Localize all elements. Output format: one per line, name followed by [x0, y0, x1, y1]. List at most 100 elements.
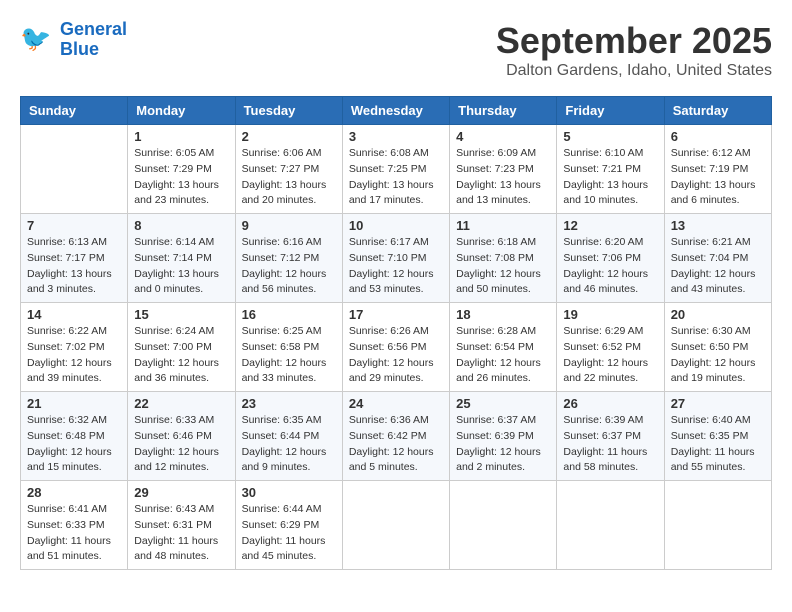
calendar-cell: 12 Sunrise: 6:20 AM Sunset: 7:06 PM Dayli… [557, 214, 664, 303]
day-number: 15 [134, 307, 228, 322]
day-info: Sunrise: 6:06 AM Sunset: 7:27 PM Dayligh… [242, 146, 336, 209]
calendar-cell: 6 Sunrise: 6:12 AM Sunset: 7:19 PM Daylig… [664, 125, 771, 214]
logo-icon: 🐦 [20, 22, 56, 58]
day-number: 30 [242, 485, 336, 500]
day-number: 4 [456, 129, 550, 144]
day-number: 20 [671, 307, 765, 322]
day-number: 11 [456, 218, 550, 233]
month-title: September 2025 [496, 20, 772, 62]
day-number: 22 [134, 396, 228, 411]
day-number: 25 [456, 396, 550, 411]
calendar-cell: 10 Sunrise: 6:17 AM Sunset: 7:10 PM Dayli… [342, 214, 449, 303]
calendar-cell: 30 Sunrise: 6:44 AM Sunset: 6:29 PM Dayli… [235, 481, 342, 570]
calendar-cell: 24 Sunrise: 6:36 AM Sunset: 6:42 PM Dayli… [342, 392, 449, 481]
day-number: 24 [349, 396, 443, 411]
day-info: Sunrise: 6:32 AM Sunset: 6:48 PM Dayligh… [27, 413, 121, 476]
day-info: Sunrise: 6:44 AM Sunset: 6:29 PM Dayligh… [242, 502, 336, 565]
calendar-cell: 20 Sunrise: 6:30 AM Sunset: 6:50 PM Dayli… [664, 303, 771, 392]
day-number: 16 [242, 307, 336, 322]
day-info: Sunrise: 6:43 AM Sunset: 6:31 PM Dayligh… [134, 502, 228, 565]
calendar-week-1: 1 Sunrise: 6:05 AM Sunset: 7:29 PM Daylig… [21, 125, 772, 214]
day-info: Sunrise: 6:22 AM Sunset: 7:02 PM Dayligh… [27, 324, 121, 387]
day-info: Sunrise: 6:17 AM Sunset: 7:10 PM Dayligh… [349, 235, 443, 298]
day-info: Sunrise: 6:36 AM Sunset: 6:42 PM Dayligh… [349, 413, 443, 476]
calendar-cell [664, 481, 771, 570]
calendar-cell [342, 481, 449, 570]
calendar-cell: 13 Sunrise: 6:21 AM Sunset: 7:04 PM Dayli… [664, 214, 771, 303]
day-info: Sunrise: 6:08 AM Sunset: 7:25 PM Dayligh… [349, 146, 443, 209]
day-info: Sunrise: 6:39 AM Sunset: 6:37 PM Dayligh… [563, 413, 657, 476]
day-number: 6 [671, 129, 765, 144]
day-number: 23 [242, 396, 336, 411]
day-info: Sunrise: 6:16 AM Sunset: 7:12 PM Dayligh… [242, 235, 336, 298]
calendar-table: SundayMondayTuesdayWednesdayThursdayFrid… [20, 96, 772, 570]
calendar-cell: 11 Sunrise: 6:18 AM Sunset: 7:08 PM Dayli… [450, 214, 557, 303]
weekday-header-friday: Friday [557, 97, 664, 125]
svg-text:🐦: 🐦 [20, 25, 51, 53]
day-number: 18 [456, 307, 550, 322]
day-info: Sunrise: 6:21 AM Sunset: 7:04 PM Dayligh… [671, 235, 765, 298]
day-info: Sunrise: 6:33 AM Sunset: 6:46 PM Dayligh… [134, 413, 228, 476]
weekday-header-sunday: Sunday [21, 97, 128, 125]
day-info: Sunrise: 6:25 AM Sunset: 6:58 PM Dayligh… [242, 324, 336, 387]
calendar-cell: 2 Sunrise: 6:06 AM Sunset: 7:27 PM Daylig… [235, 125, 342, 214]
calendar-cell: 15 Sunrise: 6:24 AM Sunset: 7:00 PM Dayli… [128, 303, 235, 392]
day-number: 8 [134, 218, 228, 233]
calendar-week-2: 7 Sunrise: 6:13 AM Sunset: 7:17 PM Daylig… [21, 214, 772, 303]
weekday-header-tuesday: Tuesday [235, 97, 342, 125]
calendar-cell [557, 481, 664, 570]
calendar-cell: 19Sunrise: 6:29 AM Sunset: 6:52 PM Dayli… [557, 303, 664, 392]
day-info: Sunrise: 6:09 AM Sunset: 7:23 PM Dayligh… [456, 146, 550, 209]
calendar-cell [21, 125, 128, 214]
calendar-cell: 29 Sunrise: 6:43 AM Sunset: 6:31 PM Dayli… [128, 481, 235, 570]
day-info: Sunrise: 6:37 AM Sunset: 6:39 PM Dayligh… [456, 413, 550, 476]
day-number: 12 [563, 218, 657, 233]
calendar-cell: 9 Sunrise: 6:16 AM Sunset: 7:12 PM Daylig… [235, 214, 342, 303]
calendar-cell: 8 Sunrise: 6:14 AM Sunset: 7:14 PM Daylig… [128, 214, 235, 303]
day-number: 26 [563, 396, 657, 411]
day-number: 5 [563, 129, 657, 144]
day-number: 27 [671, 396, 765, 411]
day-info: Sunrise: 6:28 AM Sunset: 6:54 PM Dayligh… [456, 324, 550, 387]
calendar-cell: 18 Sunrise: 6:28 AM Sunset: 6:54 PM Dayli… [450, 303, 557, 392]
calendar-cell: 14Sunrise: 6:22 AM Sunset: 7:02 PM Dayli… [21, 303, 128, 392]
day-number: 7 [27, 218, 121, 233]
day-info: Sunrise: 6:10 AM Sunset: 7:21 PM Dayligh… [563, 146, 657, 209]
day-info: Sunrise: 6:41 AM Sunset: 6:33 PM Dayligh… [27, 502, 121, 565]
day-info: Sunrise: 6:20 AM Sunset: 7:06 PM Dayligh… [563, 235, 657, 298]
calendar-cell: 28Sunrise: 6:41 AM Sunset: 6:33 PM Dayli… [21, 481, 128, 570]
calendar-cell: 5 Sunrise: 6:10 AM Sunset: 7:21 PM Daylig… [557, 125, 664, 214]
day-number: 9 [242, 218, 336, 233]
day-info: Sunrise: 6:12 AM Sunset: 7:19 PM Dayligh… [671, 146, 765, 209]
calendar-cell: 25 Sunrise: 6:37 AM Sunset: 6:39 PM Dayli… [450, 392, 557, 481]
day-info: Sunrise: 6:05 AM Sunset: 7:29 PM Dayligh… [134, 146, 228, 209]
day-info: Sunrise: 6:14 AM Sunset: 7:14 PM Dayligh… [134, 235, 228, 298]
day-info: Sunrise: 6:30 AM Sunset: 6:50 PM Dayligh… [671, 324, 765, 387]
day-info: Sunrise: 6:40 AM Sunset: 6:35 PM Dayligh… [671, 413, 765, 476]
logo-text: General Blue [60, 20, 127, 60]
calendar-cell: 3Sunrise: 6:08 AM Sunset: 7:25 PM Daylig… [342, 125, 449, 214]
day-info: Sunrise: 6:13 AM Sunset: 7:17 PM Dayligh… [27, 235, 121, 298]
logo: 🐦 General Blue [20, 20, 127, 60]
calendar-cell: 23Sunrise: 6:35 AM Sunset: 6:44 PM Dayli… [235, 392, 342, 481]
day-number: 1 [134, 129, 228, 144]
calendar-cell: 22 Sunrise: 6:33 AM Sunset: 6:46 PM Dayli… [128, 392, 235, 481]
day-number: 2 [242, 129, 336, 144]
day-number: 10 [349, 218, 443, 233]
weekday-header-thursday: Thursday [450, 97, 557, 125]
day-number: 29 [134, 485, 228, 500]
calendar-cell [450, 481, 557, 570]
day-info: Sunrise: 6:18 AM Sunset: 7:08 PM Dayligh… [456, 235, 550, 298]
page-header: 🐦 General Blue September 2025 Dalton Gar… [20, 20, 772, 80]
calendar-week-5: 28Sunrise: 6:41 AM Sunset: 6:33 PM Dayli… [21, 481, 772, 570]
day-info: Sunrise: 6:29 AM Sunset: 6:52 PM Dayligh… [563, 324, 657, 387]
calendar-cell: 4 Sunrise: 6:09 AM Sunset: 7:23 PM Daylig… [450, 125, 557, 214]
location: Dalton Gardens, Idaho, United States [496, 62, 772, 80]
day-info: Sunrise: 6:26 AM Sunset: 6:56 PM Dayligh… [349, 324, 443, 387]
calendar-cell: 21 Sunrise: 6:32 AM Sunset: 6:48 PM Dayli… [21, 392, 128, 481]
title-block: September 2025 Dalton Gardens, Idaho, Un… [496, 20, 772, 80]
day-number: 21 [27, 396, 121, 411]
day-number: 13 [671, 218, 765, 233]
day-info: Sunrise: 6:24 AM Sunset: 7:00 PM Dayligh… [134, 324, 228, 387]
calendar-cell: 1 Sunrise: 6:05 AM Sunset: 7:29 PM Daylig… [128, 125, 235, 214]
